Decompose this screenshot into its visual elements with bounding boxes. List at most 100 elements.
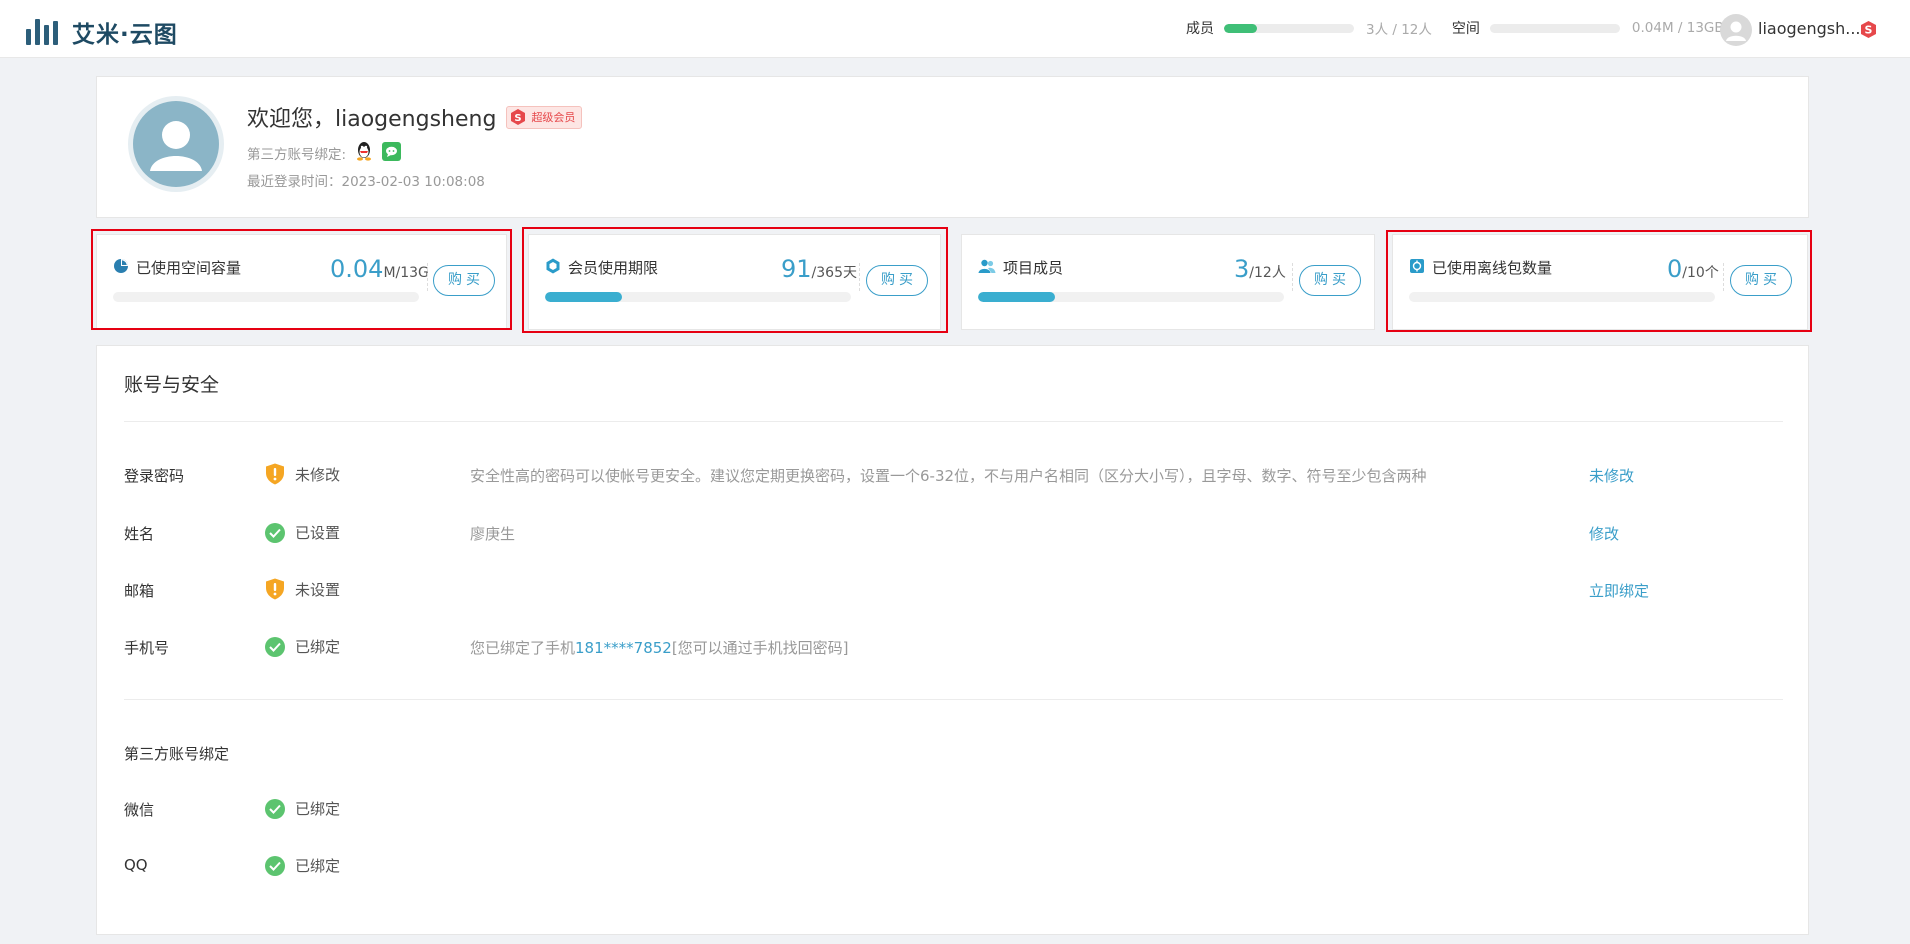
stat-value-members: 3/12人 [1234,255,1286,283]
stat-progress-fill [545,292,622,302]
status-text: 未修改 [295,465,341,484]
row-label-phone: 手机号 [124,639,170,657]
top-header: 艾米·云图 成员 3人 / 12人 空间 0.04M / 13GB liaoge… [0,0,1910,58]
brand-logo[interactable]: 艾米·云图 [26,15,178,49]
vip-label: 超级会员 [531,111,576,124]
check-circle-icon [265,522,285,543]
warning-shield-icon [265,463,285,485]
members-progress [1224,23,1354,33]
third-party-title: 第三方账号绑定 [124,745,230,763]
name-edit-link[interactable]: 修改 [1589,523,1619,544]
stat-title-text: 已使用离线包数量 [1432,259,1553,277]
members-label: 成员 [1186,21,1214,37]
stat-value-membership: 91/365天 [781,255,857,283]
row-label-qq: QQ [124,856,148,874]
hexagon-icon [545,258,561,278]
stat-progress-offline [1409,292,1715,302]
buy-storage-button[interactable]: 购买 [433,265,495,296]
profile-card: 欢迎您，liaogengsheng S 超级会员 第三方账号绑定: 最近登录时间… [96,76,1809,218]
qq-icon[interactable] [354,140,374,166]
pie-chart-icon [113,258,129,278]
third-party-binding: 第三方账号绑定: [247,140,402,166]
stat-card-members: 项目成员 3/12人 购买 [961,234,1375,330]
stat-title-text: 项目成员 [1003,259,1064,277]
welcome-text: 欢迎您，liaogengsheng [247,107,497,132]
stat-number: 3 [1234,255,1250,283]
stat-card-offline-packages: 已使用离线包数量 0/10个 购买 [1392,234,1808,330]
stat-progress-fill [978,292,1055,302]
usage-summary: 成员 3人 / 12人 空间 0.04M / 13GB [1186,18,1724,38]
row-desc-name: 廖庚生 [470,525,516,543]
stat-value-storage: 0.04M/13G [330,255,429,283]
phone-desc-prefix: 您已绑定了手机 [470,639,576,657]
check-circle-icon [265,798,285,819]
row-label-name: 姓名 [124,525,155,543]
stat-unit: /10个 [1682,265,1719,281]
stat-title-text: 已使用空间容量 [136,259,242,277]
stat-value-offline: 0/10个 [1667,255,1719,283]
svg-text:S: S [1865,24,1873,37]
user-avatar[interactable] [1720,14,1752,46]
users-icon [978,258,996,278]
divider [124,699,1783,700]
phone-number: 181****7852 [575,639,672,657]
stat-separator [859,263,860,291]
profile-avatar-ring [128,96,224,192]
row-status-phone: 已绑定 [265,636,340,657]
status-text: 已绑定 [295,857,341,875]
buy-offline-button[interactable]: 购买 [1730,265,1792,296]
buy-members-button[interactable]: 购买 [1299,265,1361,296]
stat-title-members: 项目成员 [978,257,1063,278]
bind-label: 第三方账号绑定: [247,147,347,163]
row-desc-password: 安全性高的密码可以使帐号更安全。建议您定期更换密码，设置一个6-32位，不与用户… [470,467,1427,485]
email-bind-link[interactable]: 立即绑定 [1589,580,1649,601]
welcome-row: 欢迎您，liaogengsheng S 超级会员 [247,101,583,133]
status-text: 已绑定 [295,800,341,818]
username[interactable]: liaogengsh... [1758,19,1861,38]
logo-bars-icon [26,19,58,45]
status-text: 未设置 [295,580,341,599]
section-title: 账号与安全 [124,374,220,396]
brand-name: 艾米·云图 [72,22,178,48]
stat-number: 0 [1667,255,1683,283]
stat-unit: M/13G [383,265,429,281]
check-circle-icon [265,855,285,876]
buy-membership-button[interactable]: 购买 [866,265,928,296]
stat-separator [1292,263,1293,291]
stat-title-membership: 会员使用期限 [545,257,658,278]
row-label-email: 邮箱 [124,582,155,600]
divider [124,421,1783,422]
vip-badge: S 超级会员 [506,105,583,129]
vip-badge-icon: S [1859,20,1878,39]
stat-title-text: 会员使用期限 [568,259,659,277]
status-text: 已绑定 [295,638,341,656]
members-progress-fill [1224,23,1257,33]
stat-card-membership: 会员使用期限 91/365天 购买 [528,234,941,330]
phone-desc-suffix: [您可以通过手机找回密码] [671,639,849,657]
members-value: 3人 / 12人 [1366,22,1432,38]
stat-progress-members [978,292,1284,302]
warning-shield-icon [265,578,285,600]
stat-title-storage: 已使用空间容量 [113,257,241,278]
row-status-qq: 已绑定 [265,855,340,876]
wechat-icon[interactable] [382,141,402,165]
last-login-time: 最近登录时间：2023-02-03 10:08:08 [247,174,485,190]
stat-number: 91 [781,255,812,283]
row-desc-phone: 您已绑定了手机181****7852[您可以通过手机找回密码] [470,637,849,658]
row-status-wechat: 已绑定 [265,798,340,819]
row-status-password: 未修改 [265,463,340,485]
stat-progress-membership [545,292,851,302]
stat-separator [1723,263,1724,291]
stat-card-storage: 已使用空间容量 0.04M/13G 购买 [96,234,507,330]
stat-unit: /12人 [1249,265,1286,281]
space-progress [1489,23,1620,33]
row-label-wechat: 微信 [124,801,155,819]
profile-avatar[interactable] [133,101,219,187]
stat-separator [427,263,428,291]
svg-text:S: S [515,113,522,124]
vip-s-icon: S [511,109,526,125]
password-action-link[interactable]: 未修改 [1589,465,1634,486]
stat-title-offline: 已使用离线包数量 [1409,257,1552,278]
stat-number: 0.04 [330,255,384,283]
row-status-name: 已设置 [265,522,340,543]
